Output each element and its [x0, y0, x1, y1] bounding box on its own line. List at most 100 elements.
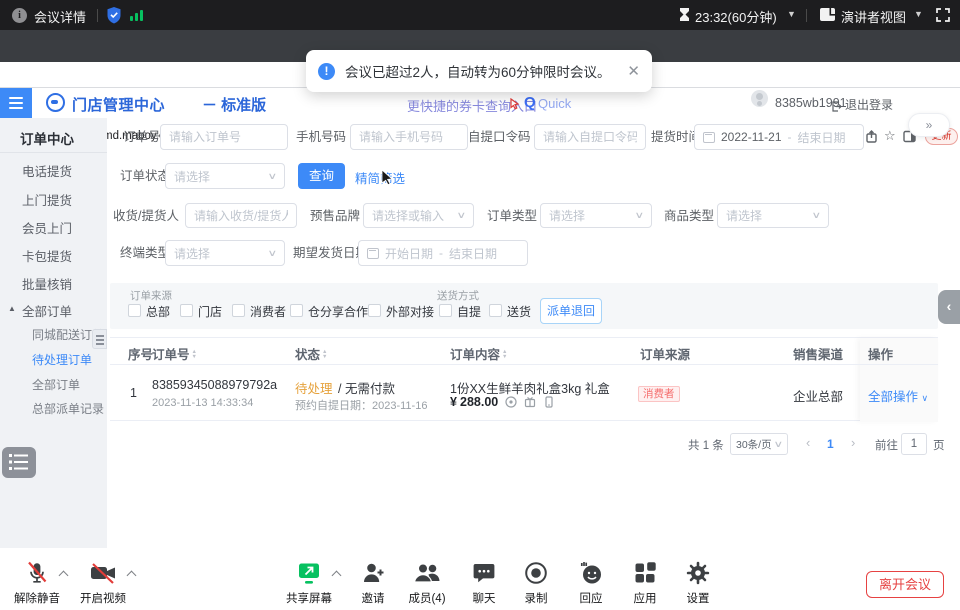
- user-avatar[interactable]: [751, 90, 768, 107]
- chevron-down-icon: ∨: [774, 439, 784, 450]
- sidebar-sub-all-orders[interactable]: 全部订单: [32, 376, 80, 393]
- checkbox-hq-label[interactable]: 总部: [146, 303, 170, 320]
- mobile-icon[interactable]: [543, 396, 555, 411]
- gift-icon[interactable]: [524, 396, 536, 411]
- receiver-input[interactable]: [185, 203, 297, 228]
- floating-list-widget[interactable]: [2, 447, 36, 478]
- settings-button[interactable]: 设置: [669, 560, 727, 607]
- bookmark-star-icon[interactable]: ☆: [884, 128, 896, 144]
- sidebar-item-batch-verify[interactable]: 批量核销: [22, 274, 72, 293]
- pickup-time-range[interactable]: 2022-11-21 - 结束日期: [694, 124, 864, 150]
- page-size-select[interactable]: 30条/页 ∨: [730, 433, 788, 455]
- checkbox-external-label[interactable]: 外部对接: [386, 303, 434, 320]
- goods-type-select[interactable]: 请选择 ∨: [717, 203, 829, 228]
- view-mode-label[interactable]: 演讲者视图: [841, 7, 906, 26]
- end-date-placeholder[interactable]: 结束日期: [798, 129, 846, 146]
- checkbox-consumer[interactable]: [232, 304, 245, 317]
- chat-button[interactable]: 聊天: [455, 560, 513, 607]
- chevron-down-icon: ∨: [268, 248, 278, 259]
- badge-icon[interactable]: [505, 396, 517, 411]
- expect-date-range[interactable]: 开始日期 - 结束日期: [358, 240, 528, 266]
- checkbox-warehouse-coop-label[interactable]: 仓分享合作: [308, 303, 368, 320]
- timer-dropdown-icon[interactable]: ▼: [787, 9, 796, 19]
- current-page[interactable]: 1: [827, 437, 834, 451]
- chevron-down-icon: ∨: [922, 393, 929, 403]
- col-order-no[interactable]: 订单号▲▼: [152, 344, 197, 363]
- invite-button[interactable]: 邀请: [344, 560, 402, 607]
- fullscreen-icon[interactable]: [936, 8, 950, 27]
- order-no-input[interactable]: [160, 124, 288, 150]
- right-drawer-handle[interactable]: ‹: [938, 290, 960, 324]
- goto-page-input[interactable]: [901, 433, 927, 455]
- search-button[interactable]: 查询: [298, 163, 345, 189]
- view-dropdown-icon[interactable]: ▼: [914, 9, 923, 19]
- logout-link[interactable]: 退出登录: [845, 96, 893, 113]
- sort-icon[interactable]: ▲▼: [322, 350, 327, 360]
- end-date-placeholder[interactable]: 结束日期: [449, 245, 497, 262]
- checkbox-external[interactable]: [368, 304, 381, 317]
- members-button[interactable]: 成员(4): [398, 560, 456, 607]
- col-content[interactable]: 订单内容▲▼: [450, 344, 507, 363]
- sidebar-item-door-pickup[interactable]: 上门提货: [22, 190, 72, 209]
- reactions-button[interactable]: 回应: [562, 560, 620, 607]
- sidebar-sub-pending-orders[interactable]: 待处理订单: [32, 351, 92, 368]
- share-icon[interactable]: [865, 130, 878, 148]
- sidebar-collapse-handle[interactable]: [92, 329, 107, 349]
- checkbox-warehouse-coop[interactable]: [290, 304, 303, 317]
- share-screen-button[interactable]: 共享屏幕: [280, 560, 338, 607]
- start-video-button[interactable]: 开启视频: [74, 560, 132, 607]
- unmute-button[interactable]: 解除静音: [8, 560, 66, 607]
- leave-meeting-button[interactable]: 离开会议: [866, 571, 944, 598]
- meeting-details-label[interactable]: 会议详情: [34, 7, 86, 26]
- record-button[interactable]: 录制: [507, 560, 565, 607]
- checkbox-consumer-label[interactable]: 消费者: [250, 303, 286, 320]
- order-source-group-label: 订单来源: [130, 288, 172, 303]
- checkbox-delivery[interactable]: [489, 304, 502, 317]
- phone-input[interactable]: [350, 124, 468, 150]
- collapse-filters-button[interactable]: »: [908, 113, 950, 137]
- toast-close-icon[interactable]: ✕: [627, 62, 640, 80]
- checkbox-store-label[interactable]: 门店: [198, 303, 222, 320]
- sidebar-item-member-visit[interactable]: 会员上门: [22, 218, 72, 237]
- sidebar-sub-hq-dispatch-log[interactable]: 总部派单记录: [32, 400, 104, 417]
- terminal-type-select[interactable]: 请选择 ∨: [165, 240, 285, 266]
- row-action-dropdown[interactable]: 全部操作 ∨: [868, 386, 928, 405]
- range-separator: -: [439, 246, 443, 260]
- layout-view-icon[interactable]: [820, 8, 835, 26]
- quick-label[interactable]: Quick: [538, 96, 571, 111]
- meeting-timer[interactable]: 23:32(60分钟): [695, 7, 777, 26]
- meeting-info-icon[interactable]: i: [12, 8, 27, 23]
- prev-page-icon[interactable]: ‹: [806, 435, 810, 450]
- menu-toggle-button[interactable]: [0, 88, 32, 118]
- checkbox-store[interactable]: [180, 304, 193, 317]
- pickup-code-input[interactable]: [534, 124, 646, 150]
- col-status[interactable]: 状态▲▼: [295, 344, 327, 363]
- sort-icon[interactable]: ▲▼: [192, 350, 197, 360]
- sidebar-item-phone-pickup[interactable]: 电话提货: [22, 161, 72, 180]
- chevron-down-icon: ∨: [635, 210, 645, 221]
- next-page-icon[interactable]: ›: [851, 435, 855, 450]
- start-date-placeholder[interactable]: 开始日期: [385, 245, 433, 262]
- start-date-value[interactable]: 2022-11-21: [721, 130, 782, 144]
- currency-symbol: ¥: [450, 395, 457, 409]
- goto-label: 前往: [875, 437, 898, 453]
- checkbox-self-pickup-label[interactable]: 自提: [457, 303, 481, 320]
- sidebar-item-card-pickup[interactable]: 卡包提货: [22, 246, 72, 265]
- expand-caret-icon[interactable]: ▲: [8, 304, 16, 313]
- row-order-no[interactable]: 83859345088979792a: [152, 378, 277, 392]
- quick-q-logo[interactable]: Q: [524, 94, 536, 111]
- dispatch-return-button[interactable]: 派单退回: [540, 298, 602, 324]
- apps-button[interactable]: 应用: [616, 560, 674, 607]
- simple-filter-link[interactable]: 精简筛选: [355, 168, 405, 187]
- checkbox-delivery-label[interactable]: 送货: [507, 303, 531, 320]
- logout-icon[interactable]: [831, 99, 842, 117]
- sort-icon[interactable]: ▲▼: [502, 350, 507, 360]
- brand-select[interactable]: 请选择或输入 ∨: [363, 203, 474, 228]
- security-shield-icon[interactable]: [106, 6, 122, 29]
- chevron-down-icon: ∨: [457, 210, 467, 221]
- order-type-select[interactable]: 请选择 ∨: [540, 203, 652, 228]
- sidebar-item-all-orders-group[interactable]: 全部订单: [22, 301, 72, 320]
- order-status-select[interactable]: 请选择 ∨: [165, 163, 285, 189]
- checkbox-hq[interactable]: [128, 304, 141, 317]
- checkbox-self-pickup[interactable]: [439, 304, 452, 317]
